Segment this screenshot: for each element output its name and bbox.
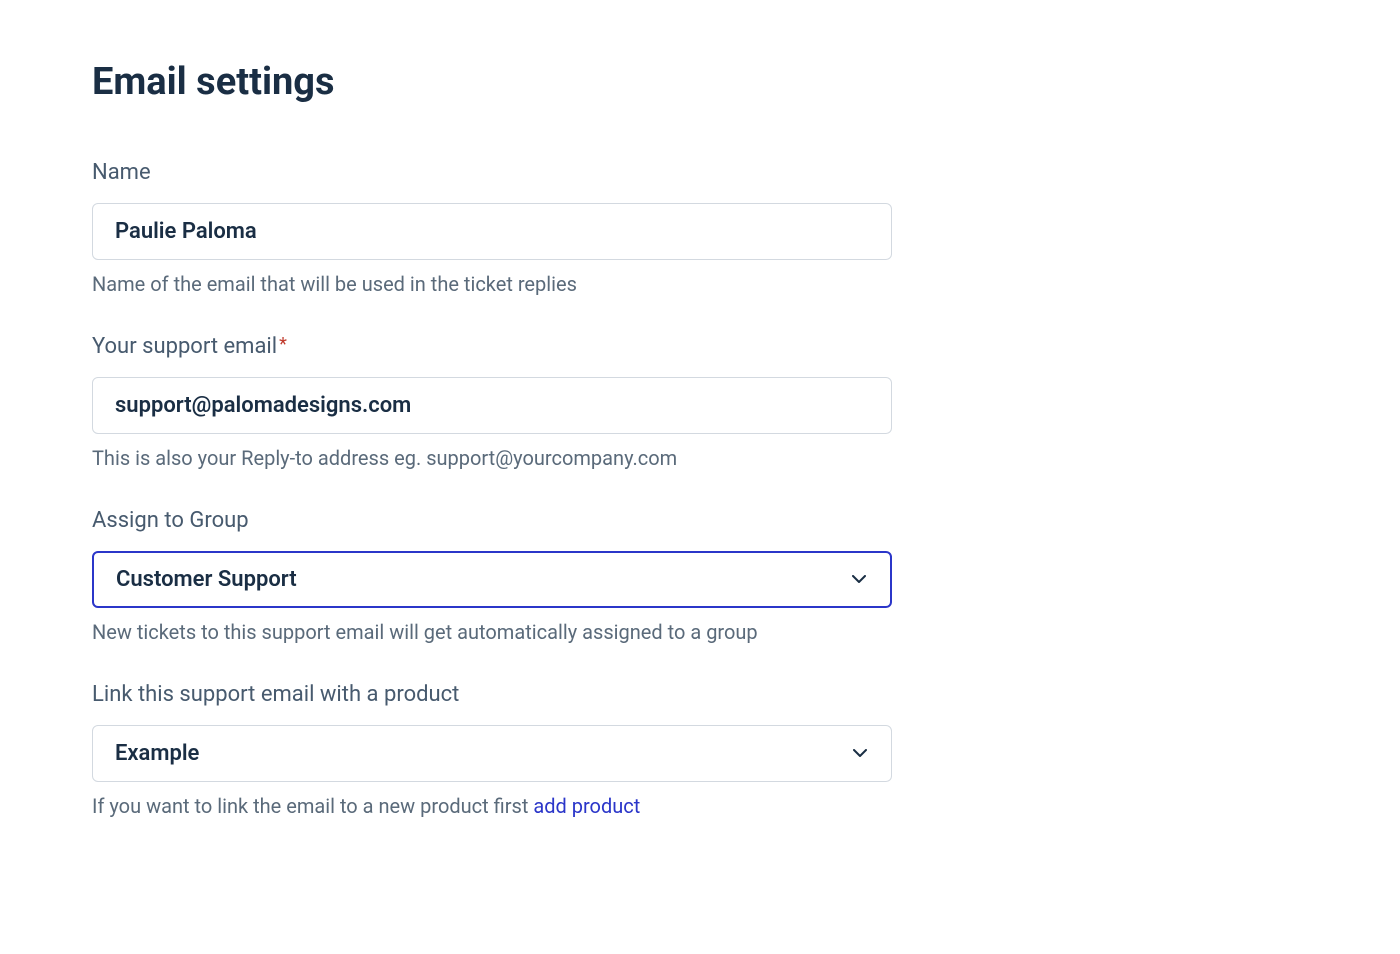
chevron-down-icon	[851, 745, 869, 763]
support-email-label: Your support email*	[92, 334, 1308, 359]
name-label: Name	[92, 160, 1308, 185]
name-help-text: Name of the email that will be used in t…	[92, 272, 1308, 296]
link-product-help-prefix: If you want to link the email to a new p…	[92, 794, 533, 818]
name-field-group: Name Name of the email that will be used…	[92, 160, 1308, 296]
assign-group-help-text: New tickets to this support email will g…	[92, 620, 1308, 644]
link-product-help-text: If you want to link the email to a new p…	[92, 794, 1308, 818]
support-email-label-text: Your support email	[92, 334, 277, 359]
link-product-select[interactable]: Example	[92, 725, 892, 782]
assign-group-selected-value: Customer Support	[116, 567, 297, 592]
support-email-input[interactable]	[92, 377, 892, 434]
assign-group-select[interactable]: Customer Support	[92, 551, 892, 608]
required-asterisk-icon: *	[279, 334, 287, 355]
page-title: Email settings	[92, 60, 1308, 104]
chevron-down-icon	[850, 571, 868, 589]
link-product-field-group: Link this support email with a product E…	[92, 682, 1308, 818]
support-email-help-text: This is also your Reply-to address eg. s…	[92, 446, 1308, 470]
assign-group-label: Assign to Group	[92, 508, 1308, 533]
assign-group-field-group: Assign to Group Customer Support New tic…	[92, 508, 1308, 644]
add-product-link[interactable]: add product	[533, 794, 640, 818]
name-input[interactable]	[92, 203, 892, 260]
link-product-label: Link this support email with a product	[92, 682, 1308, 707]
support-email-field-group: Your support email* This is also your Re…	[92, 334, 1308, 470]
link-product-selected-value: Example	[115, 741, 199, 766]
